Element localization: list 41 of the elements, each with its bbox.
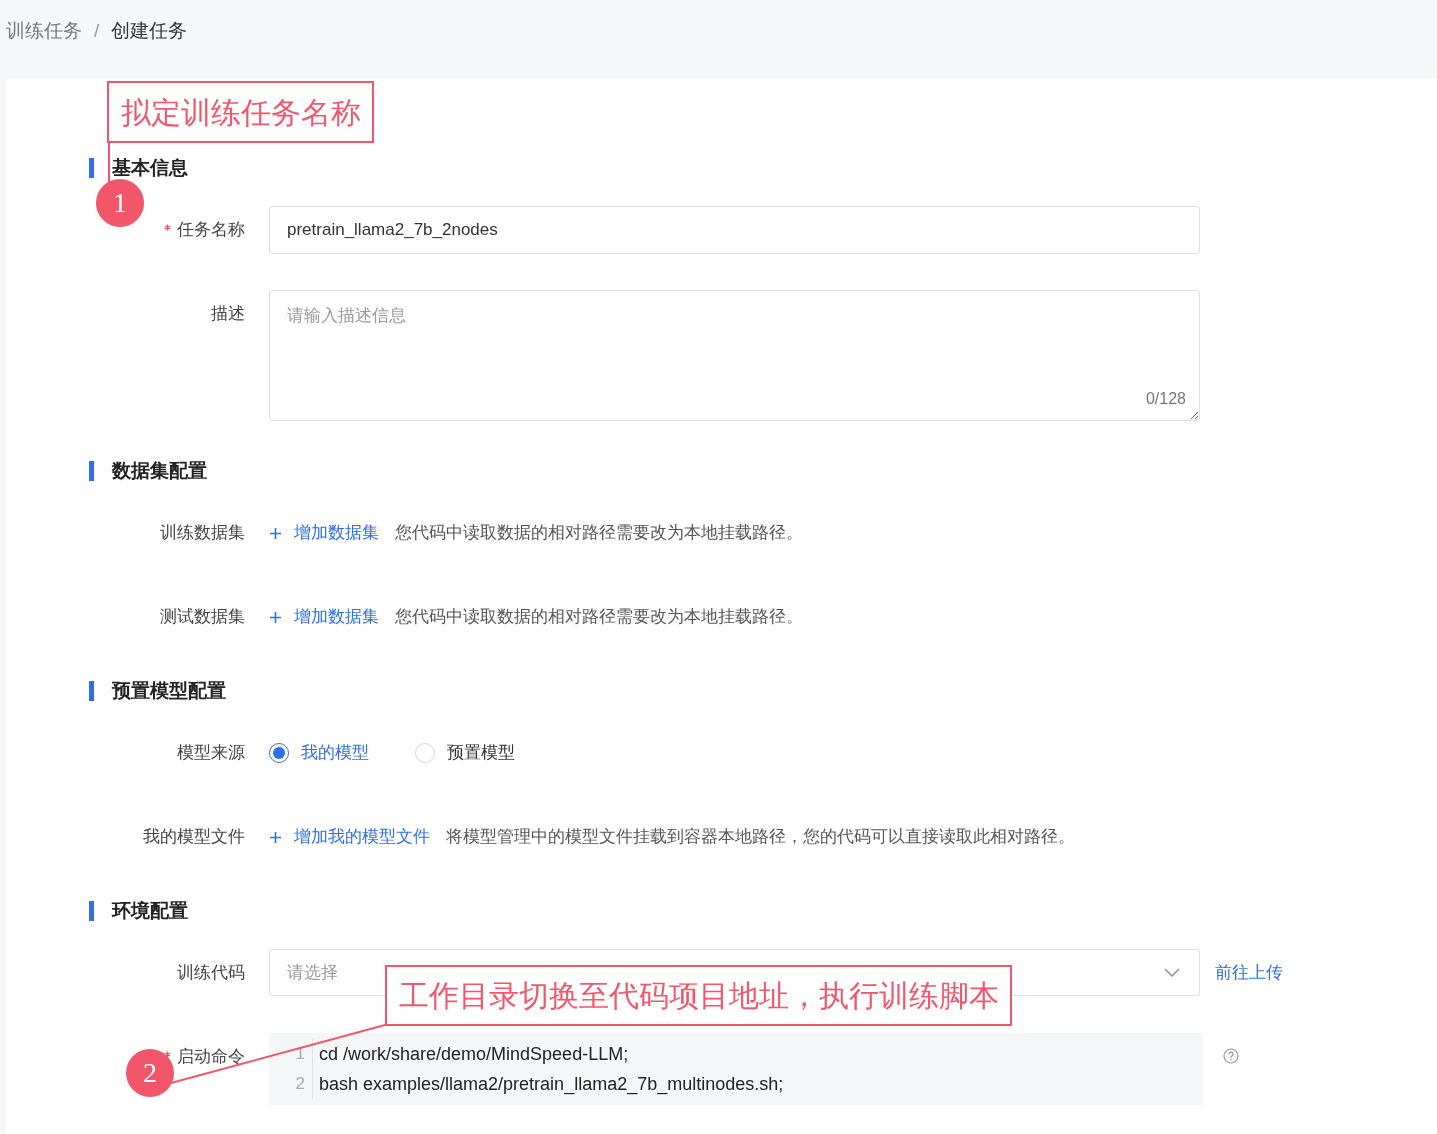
breadcrumb-item[interactable]: 训练任务 (6, 17, 82, 46)
add-link[interactable]: 增加我的模型文件 (294, 824, 430, 850)
field-label: 模型来源 (177, 742, 245, 765)
field-label: 描述 (211, 303, 245, 326)
breadcrumb-item: 创建任务 (111, 19, 188, 44)
field-label: 我的模型文件 (143, 826, 245, 849)
section-title: 数据集配置 (112, 458, 207, 483)
add-link[interactable]: 增加数据集 (294, 520, 379, 546)
radio-option[interactable]: 我的模型 (269, 740, 369, 766)
section-marker (89, 158, 94, 178)
hint-text: 您代码中读取数据的相对路径需要改为本地挂载路径。 (395, 522, 803, 545)
hint-text: 您代码中读取数据的相对路径需要改为本地挂载路径。 (395, 606, 803, 629)
help-icon[interactable] (1223, 1048, 1239, 1064)
field-label: 启动命令 (177, 1046, 245, 1069)
name-input[interactable]: pretrain_llama2_7b_2nodes (269, 206, 1200, 254)
character-counter: 0/128 (1145, 389, 1186, 409)
section-title: 环境配置 (112, 898, 188, 923)
callout-text: 拟定训练任务名称 (107, 81, 374, 143)
field-label: 测试数据集 (160, 606, 245, 629)
code-line: bash examples/llama2/pretrain_llama2_7b_multinodes.sh; (319, 1073, 784, 1097)
line-number: 2 (295, 1073, 305, 1095)
section-marker (89, 461, 94, 481)
chevron-down-icon (1164, 968, 1180, 977)
section-title: 基本信息 (112, 155, 188, 180)
radio-option[interactable]: 预置模型 (415, 740, 515, 766)
plus-icon[interactable] (269, 526, 282, 540)
upload-link[interactable]: 前往上传 (1215, 959, 1283, 986)
code-line: cd /work/share/demo/MindSpeed-LLM; (319, 1043, 630, 1066)
hint-text: 将模型管理中的模型文件挂载到容器本地路径，您的代码可以直接读取此相对路径。 (446, 826, 1075, 849)
breadcrumb-separator: / (94, 19, 100, 44)
callout-text: 工作目录切换至代码项目地址，执行训练脚本 (385, 965, 1012, 1026)
field-label: 训练代码 (177, 962, 245, 985)
plus-icon[interactable] (269, 610, 282, 624)
section-marker (89, 901, 94, 921)
section-title: 预置模型配置 (112, 678, 226, 703)
section-marker (89, 681, 94, 701)
field-label: 训练数据集 (160, 522, 245, 545)
leader-line (108, 142, 110, 184)
plus-icon[interactable] (269, 830, 282, 844)
add-link[interactable]: 增加数据集 (294, 604, 379, 630)
field-label: 任务名称 (177, 219, 245, 242)
